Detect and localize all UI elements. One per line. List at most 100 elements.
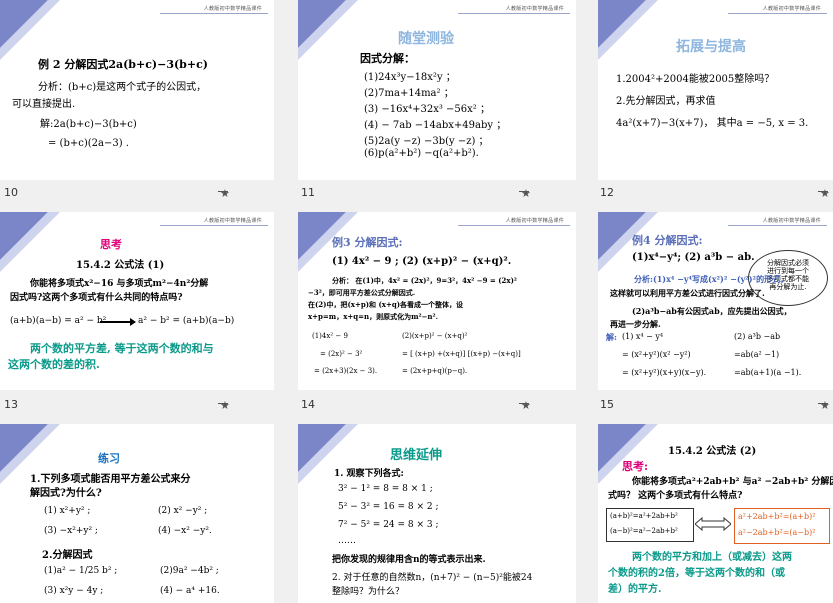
option-2: (2) x² −y² ; [158,506,208,516]
header-divider [458,225,570,226]
corner-decoration [0,0,60,60]
header-divider [160,225,268,226]
question-2: 2.分解因式 [42,550,93,561]
slide-number: 10 [4,186,18,199]
star-icon: ★ [521,187,531,200]
slide-banner: 人教版初中数学精品课件 [762,6,821,12]
header-divider [728,13,827,14]
slide-number: 11 [301,186,315,199]
factor-1: a²+2ab+b²=(a+b)² [738,512,816,521]
star-divider [218,403,228,404]
equation-1: 3² − 1² = 8 = 8 × 1 ; [338,484,433,494]
slide-13[interactable]: 人教版初中数学精品课件 思考 15.4.2 公式法 (1) 你能将多项式x²−1… [0,212,274,390]
solution-line-2: = (b+c)(2a−3) . [48,138,129,149]
factor-2: a²−2ab+b²=(a−b)² [738,528,816,537]
star-divider [818,403,828,404]
slide-17[interactable]: 思维延伸 1. 观察下列各式: 3² − 1² = 8 = 8 × 1 ; 5²… [298,424,576,603]
exercise-2: (2)9a² −4b² ; [160,566,219,576]
question-line-1: 你能将多项式a²+2ab+b² 与a² −2ab+b² 分解因 [632,477,833,487]
slide-banner: 人教版初中数学精品课件 [203,218,262,224]
slide-banner: 人教版初中数学精品课件 [505,6,564,12]
example-title: 例3 分解因式: [332,236,403,249]
option-1: (1) x²+y² ; [44,506,91,516]
formula-left: (a+b)(a−b) = a² − b² [10,316,107,326]
analysis-line-1: 分析： 在(1)中，4x² = (2x)²，9=3²，4x² −9 = (2x)… [332,276,517,285]
star-icon: ★ [220,399,230,412]
analysis-line-2: −3²，即可用平方差公式分解因式. [308,288,416,297]
slide-16[interactable]: 练习 1.下列多项式能否用平方差公式来分 解因式?为什么? (1) x²+y² … [0,424,274,603]
solution-left-2: = (2x)² − 3² [320,350,363,358]
star-divider [218,191,228,192]
exercise-3: (3) x²y − 4y ; [44,586,104,596]
header-divider [728,225,827,226]
slide-11[interactable]: 人教版初中数学精品课件 随堂测验 因式分解： (1)24x³y−18x²y ； … [298,0,576,180]
analysis-line-4: x+p=m，x+q=n，则原式化为m²−n². [308,312,439,321]
exercise-6: (6)p(a²+b²) −q(a²+b²). [364,148,479,159]
section-title: 15.4.2 公式法 (1) [76,260,165,271]
formula-right: a² − b² = (a+b)(a−b) [138,316,235,326]
subtitle: 因式分解： [360,52,415,65]
exercise-2: (2)7ma+14ma² ； [364,88,454,99]
equation-3: 7² − 5² = 24 = 8 × 3 ; [338,520,439,530]
solution-left-1: (1)4x² − 9 [312,332,348,340]
analysis-line-3: 在(2)中，把(x+p)和 (x+q)各看成一个整体，设 [308,300,464,309]
solution-left-1: (1) x⁴ − y⁴ [622,332,664,341]
corner-decoration [298,0,358,60]
example-problems: (1) 4x² − 9 ; (2) (x+p)² − (x+q)². [332,256,512,267]
equation-2: 5² − 3² = 16 = 8 × 2 ; [338,502,439,512]
slide-number: 14 [301,398,315,411]
slide-number: 12 [600,186,614,199]
conclusion-line-3: 差）的平方. [608,584,662,595]
question-2b: 整除吗？为什么？ [332,587,405,597]
solution-label: 解: [606,332,617,342]
corner-decoration [598,0,658,60]
star-divider [519,403,529,404]
star-icon: ★ [220,187,230,200]
identity-box-right: a²+2ab+b²=(a+b)² a²−2ab+b²=(a−b)² [734,508,830,544]
equation-ellipsis: …… [338,536,356,546]
slide-banner: 人教版初中数学精品课件 [762,218,821,224]
slide-15[interactable]: 人教版初中数学精品课件 例4 分解因式: (1)x⁴−y⁴; (2) a³b −… [598,212,833,390]
problem-2: 2.先分解因式，再求值 [616,96,716,107]
conclusion-line-1: 两个数的平方和加上（或减去）这两 [632,552,792,563]
example-title: 例 2 分解因式2a(b+c)−3(b+c) [38,58,208,71]
exercise-5: (5)2a(y −z) −3b(y −z) ； [364,136,489,147]
header-divider [160,13,268,14]
tip-line: 分解因式必须 [767,259,809,267]
solution-right-2: =ab(a² −1) [734,350,780,359]
solution-line-1: 解:2a(b+c)−3(b+c) [40,119,137,130]
solution-left-2: = (x²+y²)(x² −y²) [622,350,691,359]
star-icon: ★ [820,399,830,412]
solution-right-1: (2) a³b −ab [734,332,781,341]
question-line-2: 式吗？ 这两个多项式有什么特点? [608,491,743,501]
solution-right-3: = (2x+p+q)(p−q). [402,367,468,375]
analysis-line-3: (2)a³b−ab有公因式ab，应先提出公因式， [632,306,792,316]
exercise-1: (1)24x³y−18x²y ； [364,72,456,83]
question-1b: 解因式?为什么? [30,488,102,499]
slide-number: 13 [4,398,18,411]
conclusion-line-2: 个数的积的2倍，等于这两个数的和（或 [608,568,785,579]
slide-14[interactable]: 人教版初中数学精品课件 例3 分解因式: (1) 4x² − 9 ; (2) (… [298,212,576,390]
analysis-text-2: 可以直接提出. [12,99,76,110]
slide-title: 练习 [98,452,120,465]
question-1: 1. 观察下列各式: [334,469,404,479]
slide-12[interactable]: 人教版初中数学精品课件 拓展与提高 1.2004²+2004能被2005整除吗？… [598,0,833,180]
analysis-line-1: 分析:(1)x⁴ −y⁴写成(x²)² −(y²)²的形式， [634,274,789,284]
heading: 思考 [100,238,122,251]
conclusion-line-2: 这两个数的差的积. [8,358,100,371]
problem-2-expr: 4a²(x+7)−3(x+7)， 其中a = −5, x = 3. [616,118,809,129]
slide-10[interactable]: 人教版初中数学精品课件 例 2 分解因式2a(b+c)−3(b+c) 分析：(b… [0,0,274,180]
problem-1: 1.2004²+2004能被2005整除吗？ [616,74,775,85]
exercise-3: (3) −16x⁴+32x³ −56x² ； [364,104,490,115]
slide-title: 随堂测验 [398,31,454,47]
question-1: 1.下列多项式能否用平方差公式来分 [30,474,191,485]
star-divider [519,191,529,192]
star-icon: ★ [820,187,830,200]
identity-1: (a+b)²=a²+2ab+b² [610,512,678,520]
question-2: 2. 对于任意的自然数n，(n+7)² − (n−5)²能被24 [332,573,533,583]
slide-18[interactable]: 15.4.2 公式法 (2) 思考: 你能将多项式a²+2ab+b² 与a² −… [598,424,833,603]
conclusion-line-1: 两个数的平方差, 等于这两个数的和与 [30,342,214,355]
heading: 思考: [622,460,649,473]
identity-2: (a−b)²=a²−2ab+b² [610,527,678,535]
exercise-4: (4) − 7ab −14abx+49aby ； [364,120,507,131]
